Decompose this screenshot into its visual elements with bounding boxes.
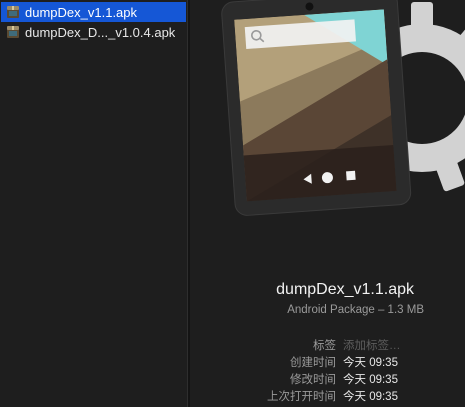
modified-value: 今天 09:35 [343, 374, 398, 386]
metadata-panel: 标签 添加标签… 创建时间 今天 09:35 修改时间 今天 09:35 上次打… [252, 338, 452, 406]
tags-input[interactable]: 添加标签… [343, 338, 401, 355]
created-label: 创建时间 [290, 357, 336, 369]
android-package-icon [221, 0, 465, 216]
opened-row: 上次打开时间 今天 09:35 [252, 389, 452, 406]
preview-subtitle: Android Package – 1.3 MB [287, 304, 424, 316]
apk-file-icon [7, 6, 19, 18]
file-name: dumpDex_D..._v1.0.4.apk [25, 24, 176, 40]
created-value: 今天 09:35 [343, 357, 398, 369]
tags-row: 标签 添加标签… [252, 338, 452, 355]
modified-row: 修改时间 今天 09:35 [252, 372, 452, 389]
created-row: 创建时间 今天 09:35 [252, 355, 452, 372]
opened-label: 上次打开时间 [267, 391, 336, 403]
tags-label: 标签 [313, 340, 336, 352]
file-list-column: dumpDex_v1.1.apk dumpDex_D..._v1.0.4.apk [0, 0, 188, 407]
opened-value: 今天 09:35 [343, 391, 398, 403]
modified-label: 修改时间 [290, 374, 336, 386]
file-row-dumpdex-v1-1[interactable]: dumpDex_v1.1.apk [1, 2, 186, 22]
file-row-dumpdex-v1-0-4[interactable]: dumpDex_D..._v1.0.4.apk [1, 22, 186, 42]
phone-icon [221, 0, 412, 216]
file-name: dumpDex_v1.1.apk [25, 4, 138, 20]
apk-file-icon [7, 26, 19, 38]
preview-title: dumpDex_v1.1.apk [276, 281, 414, 298]
